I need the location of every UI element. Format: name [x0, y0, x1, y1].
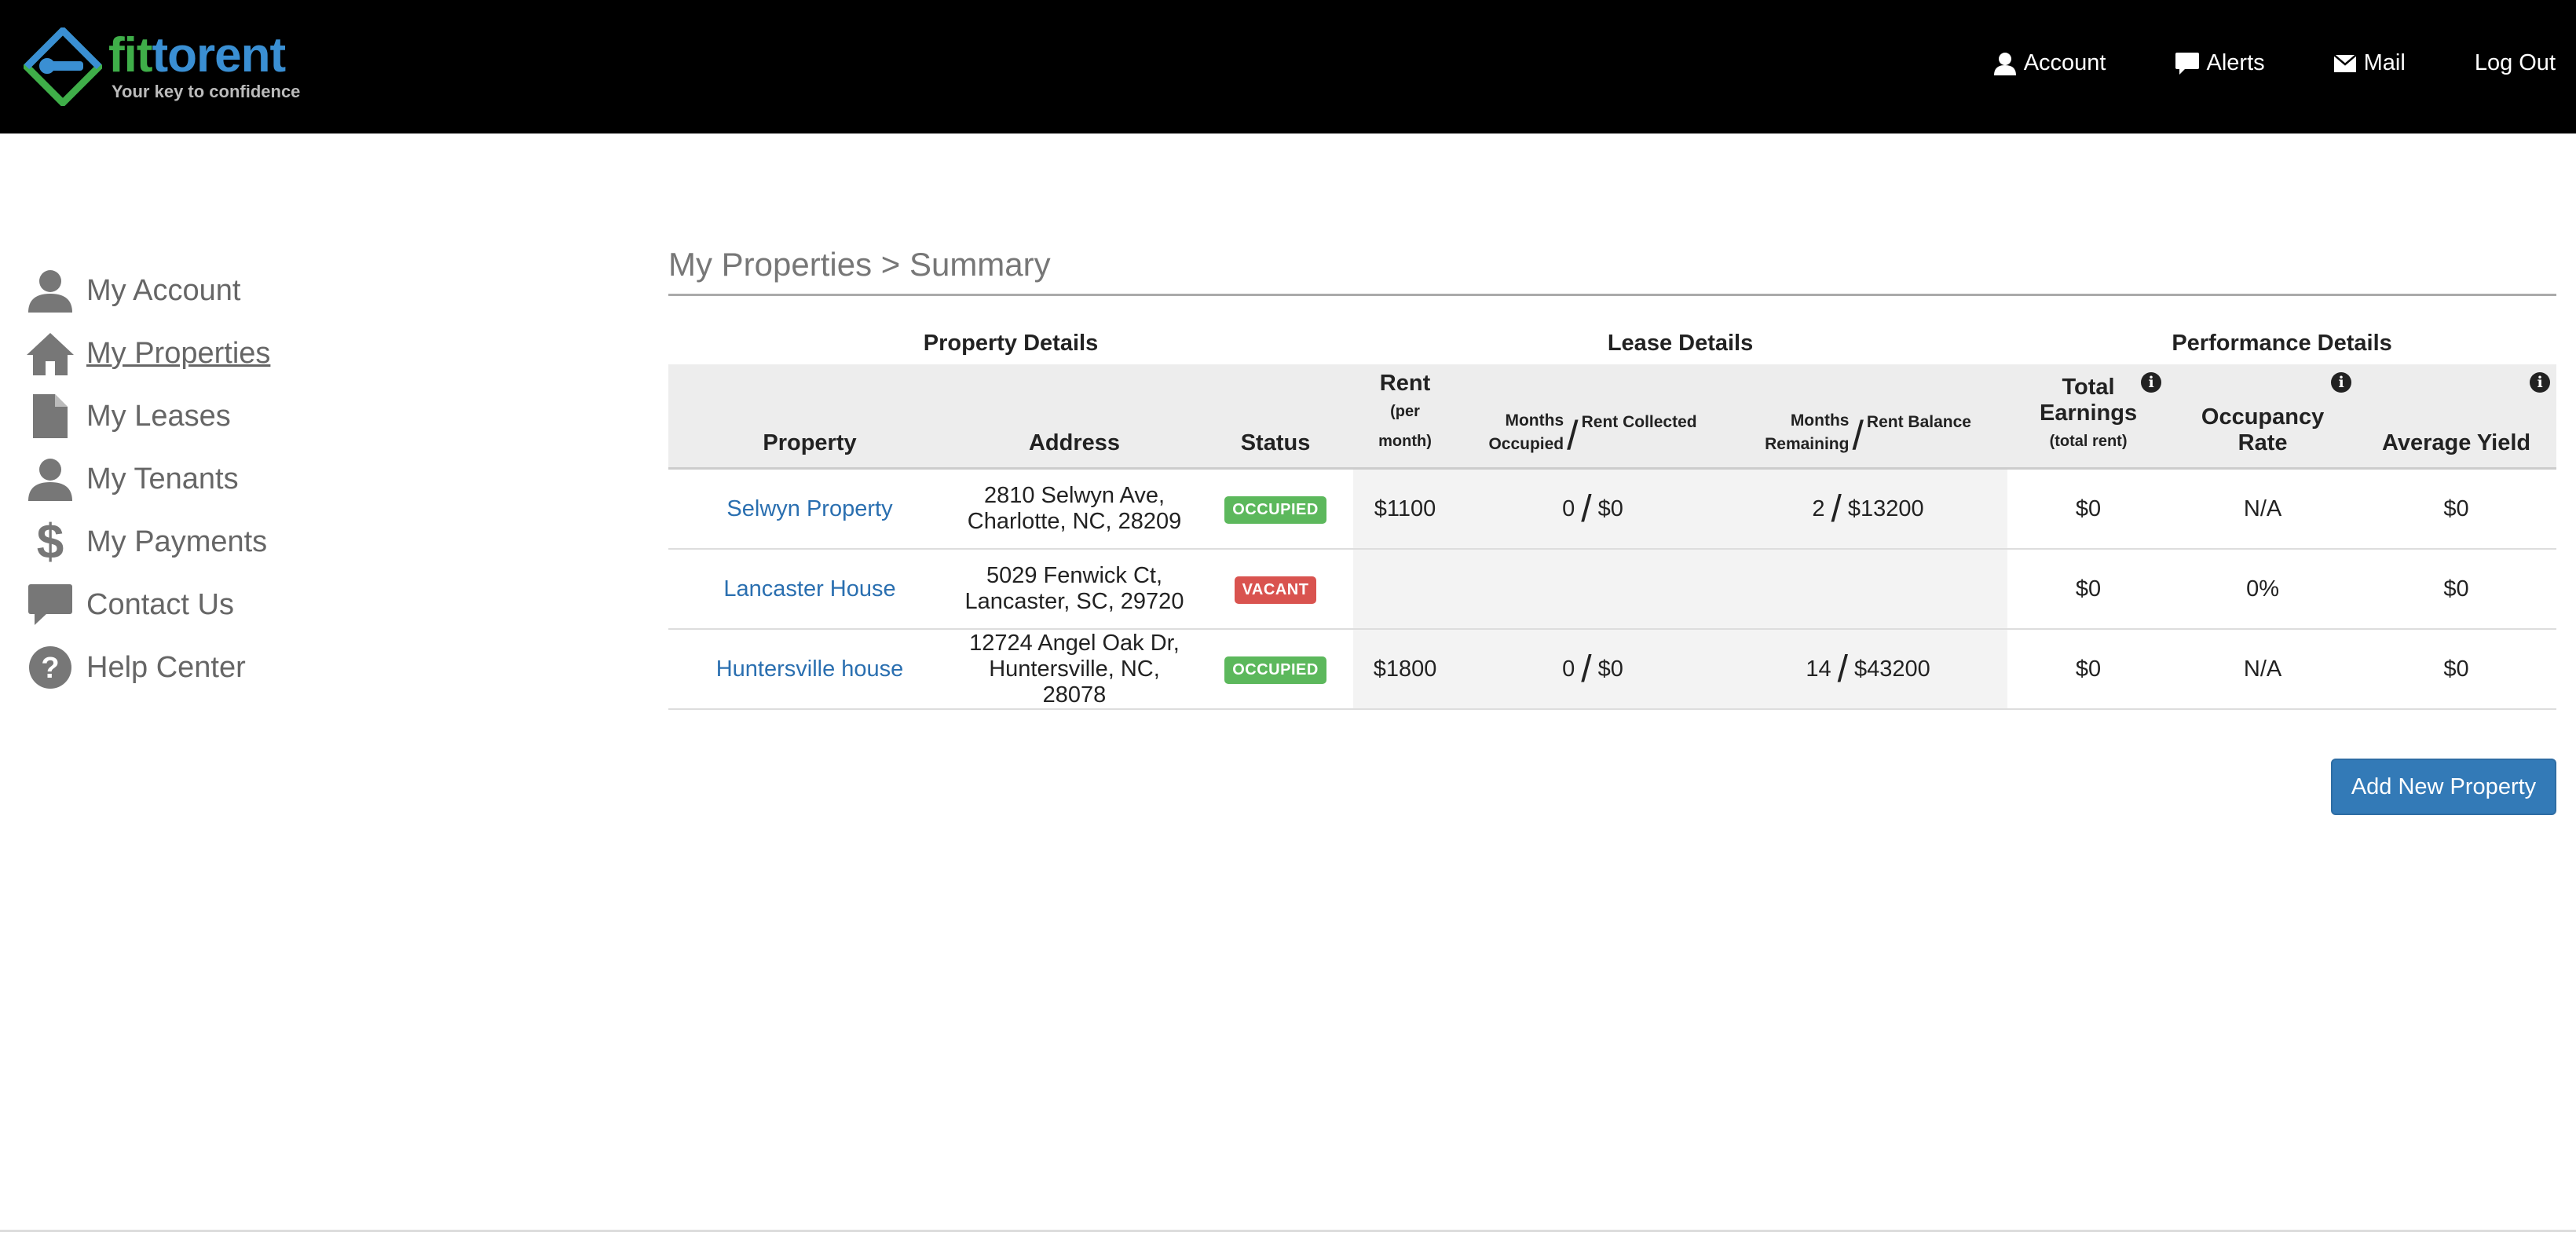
- brand-tagline: Your key to confidence: [112, 82, 301, 101]
- user-icon: [1993, 52, 2016, 75]
- nav-account-label: Account: [2023, 50, 2106, 75]
- months-remaining: 2: [1812, 495, 1825, 521]
- yield-cell: $0: [2356, 629, 2557, 710]
- sidebar-item-my-properties[interactable]: My Properties: [27, 322, 270, 385]
- rent-collected: $0: [1597, 656, 1623, 682]
- property-link[interactable]: Selwyn Property: [726, 496, 892, 521]
- rent-balance: $43200: [1853, 656, 1930, 682]
- yield-cell: $0: [2356, 468, 2557, 550]
- table-row: Lancaster House 5029 Fenwick Ct, Lancaste…: [668, 549, 2557, 630]
- properties-table: Property Details Lease Details Performan…: [668, 327, 2557, 710]
- property-link[interactable]: Huntersville house: [716, 656, 904, 682]
- file-icon: [27, 393, 74, 440]
- status-badge: OCCUPIED: [1224, 495, 1326, 524]
- nav-logout[interactable]: Log Out: [2475, 50, 2556, 76]
- svg-text:?: ?: [41, 652, 59, 685]
- user-icon: [27, 267, 74, 314]
- address-cell: 5029 Fenwick Ct, Lancaster, SC, 29720: [951, 549, 1198, 630]
- occupancy-cell: N/A: [2169, 629, 2357, 710]
- sidebar-item-label: My Payments: [86, 525, 268, 558]
- rent-balance: $13200: [1847, 495, 1924, 521]
- dollar-icon: $: [36, 514, 64, 569]
- sidebar-item-my-leases[interactable]: My Leases: [27, 385, 270, 448]
- nav-logout-label: Log Out: [2474, 50, 2556, 75]
- info-icon[interactable]: i: [2530, 372, 2551, 393]
- sidebar-item-label: My Leases: [86, 399, 231, 433]
- envelope-icon: [2333, 54, 2356, 72]
- table-row: Selwyn Property 2810 Selwyn Ave, Charlott…: [668, 468, 2557, 550]
- top-navbar: fittorent Your key to confidence Account…: [0, 0, 2576, 133]
- sidebar-item-label: Help Center: [86, 650, 246, 684]
- address-cell: 2810 Selwyn Ave, Charlotte, NC, 28209: [951, 468, 1198, 550]
- question-icon: ?: [27, 644, 74, 691]
- remaining-balance-cell: [1729, 549, 2008, 630]
- info-icon[interactable]: i: [2331, 372, 2352, 393]
- page-title: My Properties > Summary: [668, 245, 2556, 296]
- sidebar: My Account My Properties My Leases My Te…: [27, 259, 270, 699]
- status-badge: OCCUPIED: [1224, 656, 1326, 684]
- rent-collected: $0: [1597, 495, 1623, 521]
- footer-divider: [0, 1230, 2576, 1232]
- sidebar-item-my-payments[interactable]: $ My Payments: [27, 510, 270, 573]
- occupancy-cell: N/A: [2169, 468, 2357, 550]
- occupancy-cell: 0%: [2169, 549, 2357, 630]
- sidebar-item-my-account[interactable]: My Account: [27, 259, 270, 322]
- comment-icon: [27, 581, 74, 628]
- table-row: Huntersville house 12724 Angel Oak Dr, Hu…: [668, 629, 2557, 710]
- brand-torent: torent: [152, 28, 287, 82]
- group-property-details: Property Details: [923, 330, 1099, 356]
- user-icon: [27, 455, 74, 503]
- total-earnings-cell: $0: [2007, 629, 2170, 710]
- total-earnings-cell: $0: [2007, 468, 2170, 550]
- group-performance-details: Performance Details: [2172, 330, 2392, 356]
- col-months-occupied-rent-collected: Months Occupied / Rent Collected: [1457, 364, 1729, 470]
- add-new-property-button[interactable]: Add New Property: [2331, 759, 2556, 815]
- total-earnings-cell: $0: [2007, 549, 2170, 630]
- sidebar-item-contact-us[interactable]: Contact Us: [27, 573, 270, 636]
- group-lease-details: Lease Details: [1607, 330, 1754, 356]
- occupied-collected-cell: [1457, 549, 1729, 630]
- fittorent-logo[interactable]: fittorent Your key to confidence: [24, 24, 300, 110]
- col-average-yield: Average Yield i: [2356, 364, 2557, 470]
- nav-alerts[interactable]: Alerts: [2175, 50, 2265, 76]
- comment-icon: [2175, 52, 2199, 75]
- sidebar-item-help-center[interactable]: ? Help Center: [27, 636, 270, 699]
- top-nav: Account Alerts Mail Log Out: [1925, 50, 2556, 76]
- col-total-earnings: Total Earnings (total rent) i: [2007, 364, 2170, 470]
- months-remaining: 14: [1806, 656, 1831, 682]
- col-months-remaining-rent-balance: Months Remaining / Rent Balance: [1729, 364, 2008, 470]
- nav-account[interactable]: Account: [1993, 50, 2106, 76]
- property-link[interactable]: Lancaster House: [723, 576, 895, 602]
- sidebar-item-label: My Properties: [86, 336, 271, 370]
- months-occupied: 0: [1562, 656, 1575, 682]
- rent-cell: $1100: [1353, 468, 1458, 550]
- col-status: Status: [1198, 364, 1354, 470]
- rent-cell: $1800: [1353, 629, 1458, 710]
- nav-mail-label: Mail: [2363, 50, 2406, 75]
- main-content: My Properties > Summary Property Details…: [668, 245, 2557, 710]
- rent-cell: [1353, 549, 1458, 630]
- sidebar-item-label: Contact Us: [86, 587, 234, 621]
- months-occupied: 0: [1562, 495, 1575, 521]
- status-badge: VACANT: [1234, 576, 1317, 604]
- address-cell: 12724 Angel Oak Dr, Huntersville, NC, 280…: [951, 629, 1198, 710]
- col-address: Address: [951, 364, 1198, 470]
- col-rent: Rent (per month): [1353, 364, 1458, 470]
- sidebar-item-label: My Tenants: [86, 462, 239, 495]
- info-icon[interactable]: i: [2141, 372, 2162, 393]
- key-house-logo-icon: [24, 27, 102, 106]
- home-icon: [27, 330, 74, 377]
- nav-alerts-label: Alerts: [2206, 50, 2265, 75]
- sidebar-item-label: My Account: [86, 273, 241, 307]
- brand-fit: fit: [108, 28, 153, 82]
- nav-mail[interactable]: Mail: [2333, 50, 2406, 76]
- sidebar-item-my-tenants[interactable]: My Tenants: [27, 448, 270, 510]
- col-occupancy-rate: Occupancy Rate i: [2169, 364, 2357, 470]
- col-property: Property: [668, 364, 951, 470]
- yield-cell: $0: [2356, 549, 2557, 630]
